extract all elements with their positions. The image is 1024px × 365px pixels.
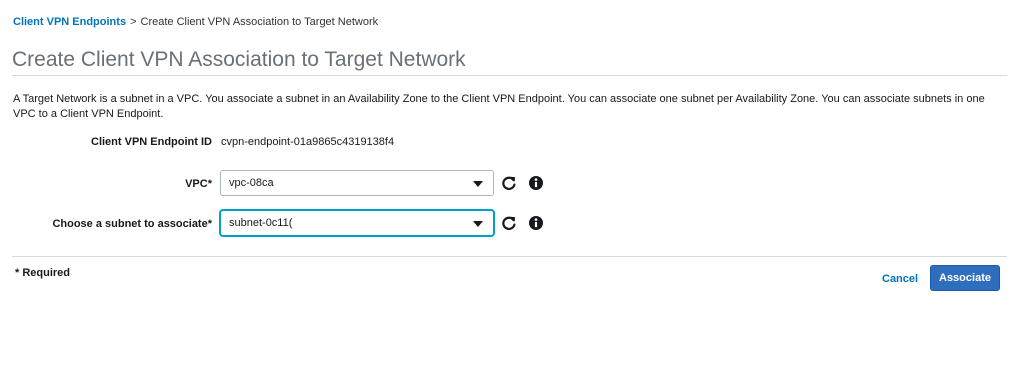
refresh-icon <box>502 176 516 191</box>
create-association-page: Client VPN Endpoints > Create Client VPN A… <box>0 0 1024 365</box>
chevron-down-icon <box>473 181 483 187</box>
vpc-info-icon[interactable] <box>528 175 544 191</box>
endpoint-id-value: cvpn-endpoint-01a9865c4319138f4 <box>221 136 395 148</box>
subnet-row: Choose a subnet to associate* subnet-0c1… <box>0 210 1024 238</box>
vpc-refresh-icon[interactable] <box>501 175 517 191</box>
subnet-info-icon[interactable] <box>528 215 544 231</box>
required-note: * Required <box>15 267 71 279</box>
vpc-row: VPC* vpc-08ca <box>0 170 1024 198</box>
page-description: A Target Network is a subnet in a VPC. Y… <box>13 93 985 120</box>
subnet-select-value: subnet-0c11( <box>229 217 293 229</box>
info-icon <box>529 176 543 190</box>
footer-divider <box>12 256 1007 257</box>
title-divider <box>12 75 1007 76</box>
vpc-select-value: vpc-08ca <box>229 177 274 189</box>
refresh-icon <box>502 216 516 231</box>
breadcrumb-separator: > <box>130 16 137 28</box>
chevron-down-icon <box>473 221 483 227</box>
subnet-select[interactable]: subnet-0c11( <box>220 210 494 236</box>
breadcrumb-client-vpn-endpoints-link[interactable]: Client VPN Endpoints <box>13 16 126 28</box>
vpc-label: VPC* <box>185 178 212 190</box>
associate-button[interactable]: Associate <box>930 265 1000 291</box>
info-icon <box>529 216 543 230</box>
endpoint-id-label: Client VPN Endpoint ID <box>91 136 212 148</box>
breadcrumb: Client VPN Endpoints > Create Client VPN A… <box>13 15 378 29</box>
cancel-button[interactable]: Cancel <box>882 272 918 286</box>
page-title: Create Client VPN Association to Target … <box>12 48 466 71</box>
vpc-select[interactable]: vpc-08ca <box>220 170 494 196</box>
subnet-refresh-icon[interactable] <box>501 215 517 231</box>
endpoint-id-row: Client VPN Endpoint ID cvpn-endpoint-01a… <box>0 128 1024 156</box>
breadcrumb-current: Create Client VPN Association to Target … <box>140 16 379 28</box>
subnet-label: Choose a subnet to associate* <box>52 218 212 230</box>
